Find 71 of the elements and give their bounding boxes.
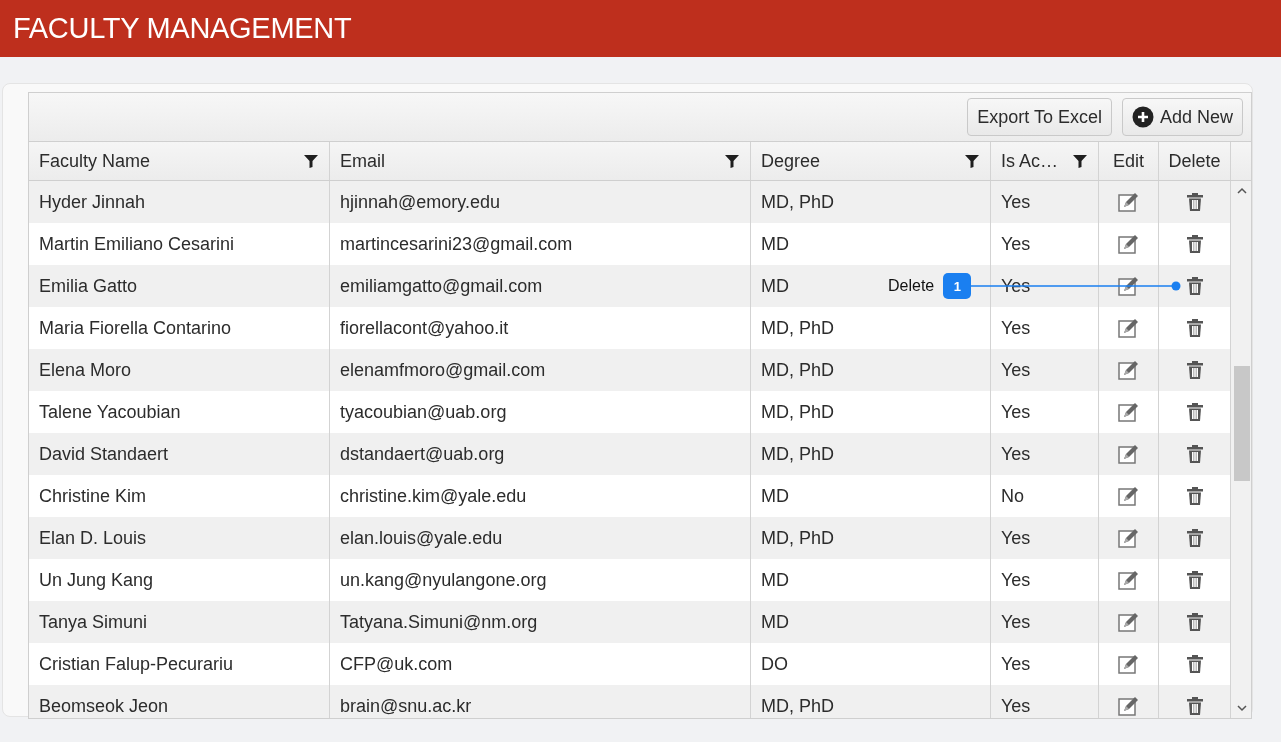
table-cell: hjinnah@emory.edu: [330, 181, 751, 223]
column-header[interactable]: Edit: [1099, 142, 1159, 180]
edit-icon[interactable]: [1116, 443, 1141, 465]
edit-icon[interactable]: [1116, 401, 1141, 423]
trash-icon[interactable]: [1185, 612, 1204, 632]
table-cell: Yes: [991, 685, 1099, 718]
edit-icon[interactable]: [1116, 233, 1141, 255]
trash-icon[interactable]: [1185, 528, 1204, 548]
column-header[interactable]: Faculty Name: [29, 142, 330, 180]
edit-icon[interactable]: [1116, 359, 1141, 381]
page-title: FACULTY MANAGEMENT: [13, 12, 352, 45]
trash-icon[interactable]: [1185, 192, 1204, 212]
table-cell: dstandaert@uab.org: [330, 433, 751, 475]
edit-icon[interactable]: [1116, 653, 1141, 675]
table-cell: MD, PhD: [751, 685, 991, 718]
table-cell: Elan D. Louis: [29, 517, 330, 559]
table-cell: Elena Moro: [29, 349, 330, 391]
table-cell: Yes: [991, 433, 1099, 475]
filter-icon[interactable]: [303, 153, 319, 169]
trash-icon[interactable]: [1185, 444, 1204, 464]
plus-circle-icon: [1131, 106, 1154, 128]
table-cell: brain@snu.ac.kr: [330, 685, 751, 718]
scrollbar[interactable]: [1231, 181, 1251, 718]
table-cell: Beomseok Jeon: [29, 685, 330, 718]
table-cell: elenamfmoro@gmail.com: [330, 349, 751, 391]
column-header[interactable]: Delete: [1159, 142, 1231, 180]
edit-icon[interactable]: [1116, 485, 1141, 507]
table-cell: Yes: [991, 349, 1099, 391]
edit-icon[interactable]: [1116, 191, 1141, 213]
trash-icon[interactable]: [1185, 360, 1204, 380]
scroll-up-icon[interactable]: [1237, 187, 1247, 195]
add-new-button[interactable]: Add New: [1121, 98, 1243, 136]
edit-icon[interactable]: [1116, 569, 1141, 591]
edit-icon[interactable]: [1116, 527, 1141, 549]
callout-badge: 1: [943, 273, 972, 299]
table-cell: Tatyana.Simuni@nm.org: [330, 601, 751, 643]
table-cell: Tanya Simuni: [29, 601, 330, 643]
trash-icon[interactable]: [1185, 486, 1204, 506]
column-header[interactable]: Is Ac…: [991, 142, 1099, 180]
table-cell: MD: [751, 601, 991, 643]
scroll-down-icon[interactable]: [1237, 704, 1247, 712]
table-cell: Emilia Gatto: [29, 265, 330, 307]
edit-icon[interactable]: [1116, 611, 1141, 633]
table-cell: elan.louis@yale.edu: [330, 517, 751, 559]
table-cell: MD, PhD: [751, 349, 991, 391]
edit-icon[interactable]: [1116, 317, 1141, 339]
table-cell: Yes: [991, 181, 1099, 223]
table-cell: David Standaert: [29, 433, 330, 475]
table-cell: Yes: [991, 601, 1099, 643]
column-header[interactable]: Email: [330, 142, 751, 180]
trash-icon[interactable]: [1185, 318, 1204, 338]
trash-icon[interactable]: [1185, 276, 1204, 296]
column-header[interactable]: Degree: [751, 142, 991, 180]
callout-label: Delete: [888, 277, 935, 295]
edit-icon[interactable]: [1116, 695, 1141, 717]
table-cell: MD, PhD: [751, 433, 991, 475]
table-cell: Yes: [991, 517, 1099, 559]
trash-icon[interactable]: [1185, 654, 1204, 674]
export-button[interactable]: Export To Excel: [967, 98, 1112, 136]
scrollbar-thumb[interactable]: [1234, 366, 1250, 481]
table-cell: MD, PhD: [751, 181, 991, 223]
trash-icon[interactable]: [1185, 234, 1204, 254]
filter-icon[interactable]: [724, 153, 740, 169]
trash-icon[interactable]: [1185, 570, 1204, 590]
filter-icon[interactable]: [964, 153, 980, 169]
table-cell: emiliamgatto@gmail.com: [330, 265, 751, 307]
trash-icon[interactable]: [1185, 696, 1204, 716]
table-cell: MD, PhD: [751, 517, 991, 559]
table-cell: Hyder Jinnah: [29, 181, 330, 223]
trash-icon[interactable]: [1185, 402, 1204, 422]
filter-icon[interactable]: [1072, 153, 1088, 169]
